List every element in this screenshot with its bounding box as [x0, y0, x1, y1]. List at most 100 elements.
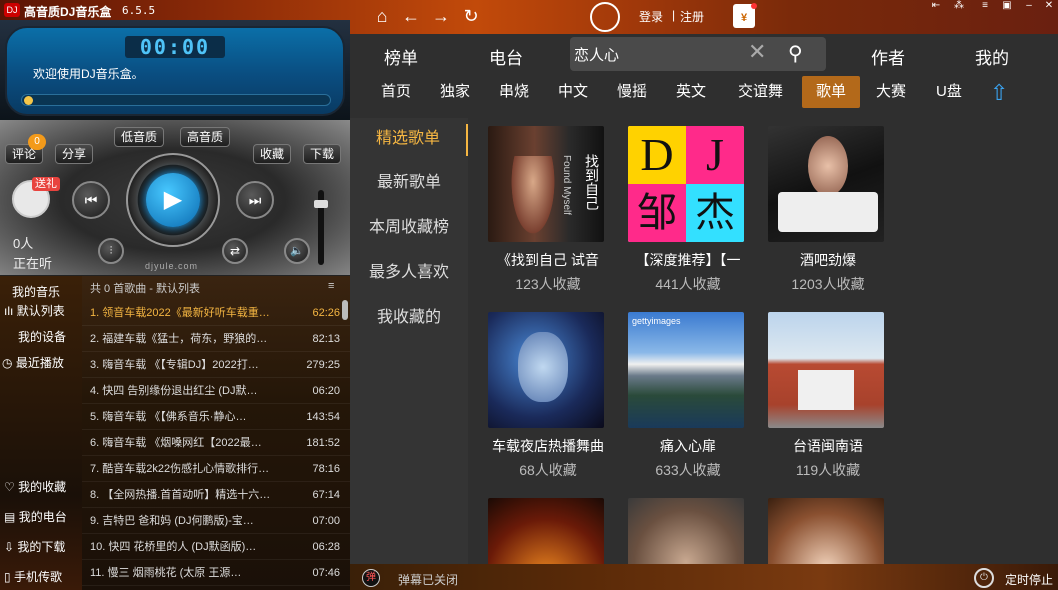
- tab-playlists[interactable]: 歌单: [802, 76, 861, 108]
- sidebar-item-downloads[interactable]: ⇩ 我的下载: [0, 536, 82, 558]
- playlist-row[interactable]: 3. 嗨音车载 《【专辑DJ】2022打… 279:25: [82, 352, 350, 378]
- sidebar-item-radio[interactable]: ▤ 我的电台: [0, 506, 82, 528]
- playlist-card[interactable]: [758, 498, 898, 564]
- playlist-row[interactable]: 4. 快四 告别缘份退出红尘 (DJ默… 06:20: [82, 378, 350, 404]
- tab-authors[interactable]: 作者: [871, 44, 905, 69]
- card-title[interactable]: 《找到自己 试音: [478, 250, 618, 270]
- equalizer-icon[interactable]: ⫶: [98, 238, 124, 264]
- playlist-row[interactable]: 7. 酷音车载2k22伤感扎心情歌排行… 78:16: [82, 456, 350, 482]
- tab-radio[interactable]: 电台: [489, 44, 523, 69]
- category-featured[interactable]: 精选歌单: [350, 124, 468, 156]
- sidebar-item-favorites[interactable]: ♡ 我的收藏: [0, 476, 82, 498]
- card-title[interactable]: 【深度推荐】【一: [618, 250, 758, 270]
- low-quality-button[interactable]: 低音质: [114, 127, 165, 147]
- danmu-toggle-icon[interactable]: 弹: [362, 569, 380, 587]
- search-input[interactable]: [574, 43, 744, 65]
- menu-icon[interactable]: ≡: [974, 0, 996, 12]
- search-icon[interactable]: ⚲: [788, 41, 803, 66]
- playlist-row[interactable]: 11. 慢三 烟雨桃花 (太原 王源… 07:46: [82, 560, 350, 586]
- tab-usb[interactable]: U盘: [936, 82, 962, 114]
- volume-knob[interactable]: [314, 200, 328, 208]
- card-cover-image[interactable]: 找到自己 Found Myself: [488, 126, 604, 242]
- minimize-icon[interactable]: –: [1018, 0, 1040, 12]
- share-button[interactable]: 分享: [55, 144, 94, 164]
- playlist-row[interactable]: 10. 快四 花桥里的人 (DJ默函版)… 06:28: [82, 534, 350, 560]
- card-cover-image[interactable]: gettyimages: [628, 312, 744, 428]
- previous-icon[interactable]: ⏮: [72, 181, 110, 219]
- back-arrow-icon[interactable]: ←: [400, 5, 422, 27]
- download-button[interactable]: 下载: [303, 144, 342, 164]
- playlist-card[interactable]: 找到自己 Found Myself 《找到自己 试音 123人收藏: [478, 126, 618, 296]
- register-link[interactable]: 注册: [680, 8, 704, 25]
- volume-icon[interactable]: 🔈: [284, 238, 310, 264]
- cover-watermark: gettyimages: [632, 316, 681, 326]
- tab-ballroom[interactable]: 交谊舞: [738, 82, 783, 114]
- next-icon[interactable]: ⏭: [236, 181, 274, 219]
- card-cover-image[interactable]: [768, 312, 884, 428]
- tab-mine[interactable]: 我的: [975, 44, 1009, 69]
- refresh-icon[interactable]: ↻: [460, 5, 482, 27]
- scroll-top-icon[interactable]: ⇧: [990, 80, 1008, 106]
- card-cover-image[interactable]: [488, 312, 604, 428]
- playlist-row[interactable]: 9. 吉特巴 爸和妈 (DJ何鹏版)-宝… 07:00: [82, 508, 350, 534]
- tab-english[interactable]: 英文: [676, 82, 706, 114]
- card-title[interactable]: 酒吧劲爆: [758, 250, 898, 270]
- playlist-row[interactable]: 2. 福建车载《猛士，荷东，野狼的… 82:13: [82, 326, 350, 352]
- cover-building: [798, 370, 854, 410]
- play-button[interactable]: ▶: [126, 153, 220, 247]
- tab-chinese[interactable]: 中文: [558, 82, 588, 114]
- progress-bar[interactable]: [21, 94, 331, 106]
- list-options-icon[interactable]: ≡: [328, 280, 334, 292]
- user-avatar-icon[interactable]: [590, 2, 620, 32]
- playlist-scrollbar[interactable]: [342, 300, 348, 320]
- timer-stop-button[interactable]: 定时停止: [1005, 571, 1053, 588]
- card-cover-image[interactable]: D J 邹 杰: [628, 126, 744, 242]
- playlist-card[interactable]: gettyimages 痛入心扉 633人收藏: [618, 312, 758, 482]
- card-title[interactable]: 车载夜店热播舞曲: [478, 436, 618, 456]
- playlist-card[interactable]: D J 邹 杰 【深度推荐】【一 441人收藏: [618, 126, 758, 296]
- sidebar-item-phone[interactable]: ▯ 手机传歌: [0, 566, 82, 588]
- playlist-row[interactable]: 1. 领音车载2022《最新好听车载重… 62:26: [82, 300, 350, 326]
- sidebar-item-default-list[interactable]: ılı 默认列表: [0, 300, 82, 322]
- playlist-card[interactable]: 车载夜店热播舞曲 68人收藏: [478, 312, 618, 482]
- mini-mode-icon[interactable]: ⇤: [925, 0, 947, 12]
- category-weekly-favorites[interactable]: 本周收藏榜: [350, 213, 468, 237]
- playlist-row[interactable]: 5. 嗨音车载 《【佛系音乐·静心… 143:54: [82, 404, 350, 430]
- timer-icon[interactable]: ⏻: [974, 568, 994, 588]
- restore-icon[interactable]: ▣: [996, 0, 1018, 12]
- repeat-icon[interactable]: ⇄: [222, 238, 248, 264]
- play-icon[interactable]: ▶: [146, 173, 200, 227]
- category-my-collected[interactable]: 我收藏的: [350, 303, 468, 327]
- tab-slow-rock[interactable]: 慢摇: [617, 82, 647, 114]
- home-icon[interactable]: ⌂: [371, 5, 393, 27]
- tab-exclusive[interactable]: 独家: [440, 82, 470, 114]
- card-cover-image[interactable]: [628, 498, 744, 564]
- clear-icon[interactable]: ✕: [748, 39, 766, 65]
- card-cover-image[interactable]: [768, 498, 884, 564]
- category-most-liked[interactable]: 最多人喜欢: [350, 258, 468, 282]
- tab-charts[interactable]: 榜单: [384, 44, 418, 69]
- login-link[interactable]: 登录: [639, 8, 663, 25]
- card-title[interactable]: 痛入心扉: [618, 436, 758, 456]
- playlist-card[interactable]: 酒吧劲爆 1203人收藏: [758, 126, 898, 296]
- category-newest[interactable]: 最新歌单: [350, 168, 468, 192]
- forward-arrow-icon[interactable]: →: [430, 5, 452, 27]
- skin-icon[interactable]: ⁂: [948, 0, 970, 12]
- playlist-card[interactable]: 台语闽南语 119人收藏: [758, 312, 898, 482]
- card-cover-image[interactable]: [488, 498, 604, 564]
- tab-contest[interactable]: 大赛: [876, 82, 906, 114]
- progress-knob[interactable]: [24, 96, 33, 105]
- close-icon[interactable]: ✕: [1038, 0, 1058, 12]
- tab-home[interactable]: 首页: [381, 82, 411, 114]
- card-cover-image[interactable]: [768, 126, 884, 242]
- card-title[interactable]: 台语闽南语: [758, 436, 898, 456]
- gift-badge[interactable]: 送礼: [32, 177, 60, 191]
- playlist-card[interactable]: [478, 498, 618, 564]
- favorite-button[interactable]: 收藏: [253, 144, 292, 164]
- high-quality-button[interactable]: 高音质: [180, 127, 231, 147]
- tab-medley[interactable]: 串烧: [499, 82, 529, 114]
- playlist-row[interactable]: 6. 嗨音车载 《烟嗓网红【2022最… 181:52: [82, 430, 350, 456]
- sidebar-item-recent[interactable]: ◷ 最近播放: [0, 352, 82, 374]
- playlist-row[interactable]: 8. 【全网热播.首首动听】精选十六… 67:14: [82, 482, 350, 508]
- playlist-card[interactable]: [618, 498, 758, 564]
